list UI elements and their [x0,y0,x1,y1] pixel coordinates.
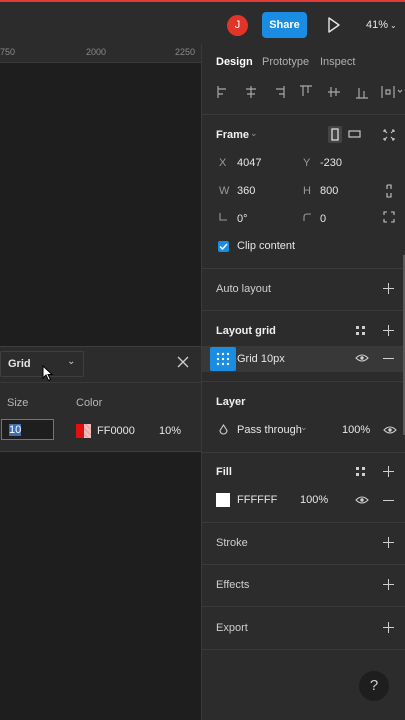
rotation-icon [219,213,227,221]
layout-grid-label: Grid 10px [237,353,285,365]
portrait-icon [331,128,339,141]
remove-layout-grid-minus-icon[interactable] [383,358,394,359]
distribute-icon[interactable] [381,86,403,98]
fill-opacity-input[interactable]: 100% [300,494,328,506]
divider [202,452,405,453]
chevron-down-icon: ⌄ [390,21,397,30]
grid-size-value: 10 [9,424,22,436]
stroke-title[interactable]: Stroke [216,537,248,549]
checkmark-icon [219,243,228,251]
auto-layout-title[interactable]: Auto layout [216,283,271,295]
ruler-tick: 750 [0,47,16,57]
add-auto-layout-plus-icon[interactable] [383,283,394,294]
tab-prototype[interactable]: Prototype [262,56,309,68]
divider [202,522,405,523]
add-effect-plus-icon[interactable] [383,579,394,590]
close-icon[interactable] [176,355,190,369]
layout-grid-title: Layout grid [216,325,276,337]
grid-size-input[interactable]: 10 [1,419,54,440]
share-button[interactable]: Share [262,12,307,38]
align-horizontal-center-icon[interactable] [246,86,256,98]
fill-hex-input[interactable]: FFFFFF [237,494,277,506]
x-input[interactable]: 4047 [237,157,261,169]
blend-mode-dropdown[interactable]: Pass through [237,424,302,436]
divider [202,268,405,269]
align-right-icon[interactable] [276,86,285,98]
chevron-down-icon[interactable]: ⌄ [250,128,258,139]
properties-panel: Design Prototype Inspect Frame ⌄ X 4047 … [201,44,405,720]
w-label: W [219,185,230,197]
align-bottom-icon[interactable] [356,88,368,99]
divider [0,382,201,383]
mouse-cursor-icon [42,365,53,382]
divider [202,564,405,565]
size-header: Size [7,397,29,409]
clip-content-checkbox[interactable] [218,241,229,252]
horizontal-ruler: 750 2000 2250 [0,44,201,63]
align-left-icon[interactable] [217,86,226,98]
chevron-down-icon: ⌄ [67,356,76,367]
effects-title[interactable]: Effects [216,579,249,591]
frame-section-title[interactable]: Frame [216,129,249,141]
blend-mode-drop-icon [219,424,228,435]
height-input[interactable]: 800 [320,185,338,197]
layer-opacity-input[interactable]: 100% [342,424,370,436]
zoom-dropdown[interactable]: 41% ⌄ [366,19,397,31]
constrain-proportions-icon[interactable] [384,183,394,199]
corner-radius-icon [303,213,311,221]
landscape-icon[interactable] [348,128,362,140]
grid-color-hex[interactable]: FF0000 [97,425,135,437]
alignment-toolbar [217,85,403,99]
align-vertical-center-icon[interactable] [328,87,340,97]
grid-settings-button[interactable] [210,347,236,371]
divider [202,649,405,650]
eye-icon[interactable] [355,353,369,363]
toolbar: J Share 41% ⌄ [0,2,405,44]
tab-design[interactable]: Design [216,56,253,68]
add-layout-grid-plus-icon[interactable] [383,325,394,336]
independent-corners-icon[interactable] [383,211,395,223]
layer-title: Layer [216,396,246,408]
grid-color-swatch[interactable] [76,424,91,438]
user-avatar[interactable]: J [227,15,248,36]
fill-color-swatch[interactable] [216,493,230,507]
portrait-orientation-button[interactable] [328,126,342,143]
align-top-icon[interactable] [300,85,312,96]
tab-inspect[interactable]: Inspect [320,56,355,68]
y-input[interactable]: -230 [320,157,342,169]
remove-fill-minus-icon[interactable] [383,500,394,501]
rotation-input[interactable]: 0° [237,213,248,225]
color-header: Color [76,397,103,409]
clip-content-label: Clip content [237,240,296,252]
width-input[interactable]: 360 [237,185,255,197]
resize-to-fit-icon[interactable] [382,128,396,142]
fill-title: Fill [216,466,232,478]
add-stroke-plus-icon[interactable] [383,537,394,548]
present-play-icon[interactable] [327,17,341,33]
eye-icon[interactable] [383,425,397,435]
zoom-level: 41% [366,19,389,31]
ruler-tick: 2000 [86,47,107,57]
add-fill-plus-icon[interactable] [383,466,394,477]
x-label: X [219,157,227,169]
corner-radius-input[interactable]: 0 [320,213,326,225]
grid-type-label: Grid [8,358,31,370]
grid-icon [216,352,230,366]
divider [202,310,405,311]
layout-grid-settings-popup: Grid ⌄ Size Color 10 FF0000 10% [0,346,201,452]
divider [202,606,405,607]
divider [202,114,405,115]
ruler-tick: 2250 [175,47,196,57]
h-label: H [303,185,311,197]
add-export-plus-icon[interactable] [383,622,394,633]
grid-opacity[interactable]: 10% [159,425,181,437]
export-title[interactable]: Export [216,622,248,634]
divider [202,381,405,382]
eye-icon[interactable] [355,495,369,505]
y-label: Y [303,157,311,169]
chevron-down-icon[interactable]: ⌄ [300,422,308,433]
help-button[interactable]: ? [359,671,389,701]
styles-grid-icon[interactable] [355,325,366,336]
styles-grid-icon[interactable] [355,466,366,477]
